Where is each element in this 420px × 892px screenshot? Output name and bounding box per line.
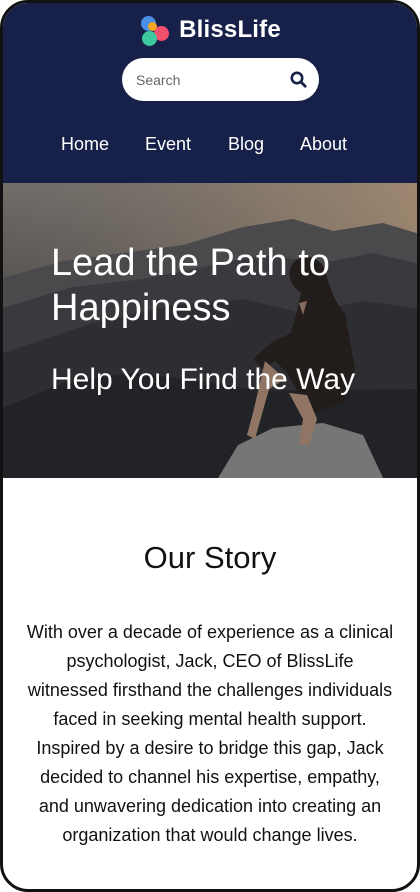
main-nav: Home Event Blog About [3,134,417,160]
nav-blog[interactable]: Blog [228,134,264,155]
phone-frame: BlissLife Home Event Blog About [0,0,420,892]
nav-home[interactable]: Home [61,134,109,155]
brandlife-logo-icon [139,14,171,46]
nav-about[interactable]: About [300,134,347,155]
site-header: BlissLife Home Event Blog About [3,3,417,183]
hero-subtitle: Help You Find the Way [51,363,356,396]
hero-banner: Lead the Path to Happiness Help You Find… [3,183,417,478]
our-story-section: Our Story With over a decade of experien… [3,478,417,850]
search-icon[interactable] [287,69,309,91]
brand-name: BlissLife [179,16,281,43]
search-input[interactable] [136,71,276,88]
search-bar [122,58,319,101]
story-title: Our Story [143,540,277,575]
story-text: With over a decade of experience as a cl… [26,622,394,845]
nav-event[interactable]: Event [145,134,191,155]
brand[interactable]: BlissLife [3,13,417,47]
hero-title: Lead the Path to Happiness [51,242,330,329]
